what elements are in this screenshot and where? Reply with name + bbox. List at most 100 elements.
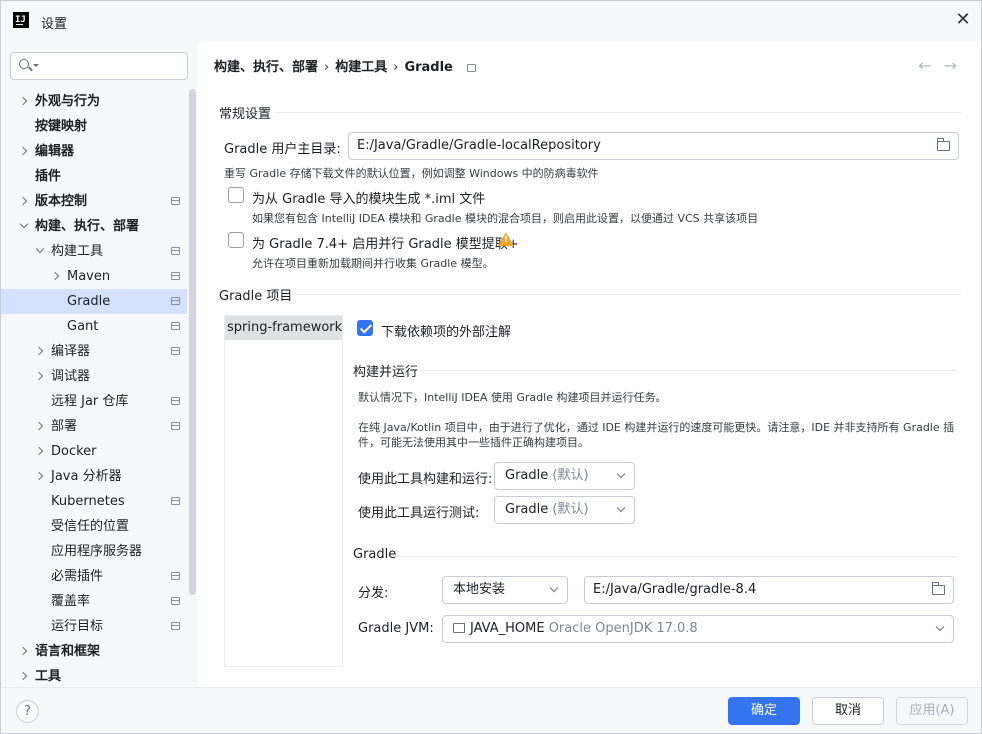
help-button[interactable]: ? (16, 700, 39, 723)
folder-browse-icon[interactable] (937, 138, 950, 151)
chevron-down-icon (549, 583, 559, 593)
generate-iml-label[interactable]: 为从 Gradle 导入的模块生成 *.iml 文件 (252, 188, 485, 207)
sidebar-item-label: Java 分析器 (51, 469, 122, 484)
sidebar-item[interactable]: 编辑器 (1, 139, 187, 164)
ok-button[interactable]: 确定 (728, 697, 800, 725)
sidebar-item[interactable]: 工具 (1, 664, 187, 689)
breadcrumb-item[interactable]: 构建、执行、部署 (214, 56, 318, 75)
sidebar-item[interactable]: 覆盖率 (1, 589, 187, 614)
chevron-right-icon[interactable] (34, 364, 46, 389)
chevron-right-icon[interactable] (34, 339, 46, 364)
sidebar-item[interactable]: 必需插件 (1, 564, 187, 589)
breadcrumb: 构建、执行、部署 › 构建工具 › Gradle (214, 56, 476, 75)
parallel-model-fetch-checkbox[interactable] (228, 232, 244, 248)
sidebar-item-label: Kubernetes (51, 494, 125, 509)
chevron-right-icon[interactable] (18, 89, 30, 114)
apply-button[interactable]: 应用(A) (896, 697, 968, 725)
general-section-title: 常规设置 (219, 107, 272, 122)
sidebar-item-label: 受信任的位置 (51, 519, 130, 534)
project-scope-icon (171, 247, 180, 255)
build-run-note-line1: 在纯 Java/Kotlin 项目中，由于进行了优化，通过 IDE 构建并运行的… (358, 421, 955, 434)
chevron-right-icon[interactable] (50, 264, 62, 289)
sidebar-item-label: 运行目标 (51, 619, 104, 634)
generate-iml-hint: 如果您有包含 IntelliJ IDEA 模块和 Gradle 模块的混合项目，… (252, 212, 759, 225)
sidebar-item-label: 部署 (51, 419, 78, 434)
sidebar-item[interactable]: 编译器 (1, 339, 187, 364)
sidebar-item[interactable]: 外观与行为 (1, 89, 187, 114)
project-scope-icon (171, 322, 180, 330)
sidebar-item[interactable]: 远程 Jar 仓库 (1, 389, 187, 414)
chevron-right-icon[interactable] (18, 664, 30, 689)
chevron-right-icon[interactable] (34, 464, 46, 489)
sidebar-item[interactable]: 插件 (1, 164, 187, 189)
sidebar-item-label: 覆盖率 (51, 594, 91, 609)
sidebar-item-label: Gradle (67, 294, 111, 309)
cancel-button[interactable]: 取消 (812, 697, 884, 725)
sidebar-item[interactable]: 版本控制 (1, 189, 187, 214)
sidebar-item[interactable]: 语言和框架 (1, 639, 187, 664)
settings-sidebar: 外观与行为按键映射 编辑器 插件版本控制构建、执行、部署构建工具 Maven Gradl… (1, 41, 197, 687)
sidebar-item-label: 构建工具 (51, 244, 104, 259)
sidebar-item[interactable]: 受信任的位置 (1, 514, 187, 539)
settings-search-input[interactable] (10, 52, 188, 80)
sidebar-item[interactable]: 构建工具 (1, 239, 187, 264)
parallel-model-fetch-label[interactable]: 为 Gradle 7.4+ 启用并行 Gradle 模型提取+ (252, 233, 519, 252)
sidebar-item[interactable]: 调试器 (1, 364, 187, 389)
gradle-section-title: Gradle (353, 547, 397, 562)
sidebar-item-label: 构建、执行、部署 (35, 219, 140, 234)
sidebar-item-label: 调试器 (51, 369, 91, 384)
gradle-project-list: spring-framework (224, 315, 343, 667)
download-annotations-checkbox[interactable] (357, 320, 373, 336)
gradle-home-path-field[interactable]: E:/Java/Gradle/gradle-8.4 (584, 576, 954, 604)
intellij-logo-icon: IJ (13, 12, 29, 28)
chevron-right-icon[interactable] (18, 139, 30, 164)
chevron-down-icon (616, 469, 626, 479)
chevron-right-icon[interactable] (34, 414, 46, 439)
parallel-model-fetch-hint: 允许在项目重新加载期间并行收集 Gradle 模型。 (252, 257, 494, 270)
search-icon (19, 59, 29, 69)
nav-arrows: ←→ (918, 56, 969, 75)
sidebar-item[interactable]: 构建、执行、部署 (1, 214, 187, 239)
gradle-project-item[interactable]: spring-framework (225, 316, 342, 340)
sidebar-scrollbar[interactable] (189, 89, 196, 595)
breadcrumb-item[interactable]: 构建工具 (335, 56, 387, 75)
sidebar-item[interactable]: 按键映射 (1, 114, 187, 139)
close-icon[interactable]: ✕ (953, 11, 973, 31)
sidebar-item[interactable]: Kubernetes (1, 489, 187, 514)
sidebar-item[interactable]: 部署 (1, 414, 187, 439)
distribution-select[interactable]: 本地安装 (442, 576, 568, 604)
sidebar-item-label: 外观与行为 (35, 94, 101, 109)
generate-iml-checkbox[interactable] (228, 187, 244, 203)
settings-content: 构建、执行、部署 › 构建工具 › Gradle ←→ 常规设置 Gradle 用户主目… (197, 41, 981, 687)
build-with-select[interactable]: Gradle (默认) (494, 462, 635, 490)
test-with-select[interactable]: Gradle (默认) (494, 496, 635, 524)
sidebar-item[interactable]: 运行目标 (1, 614, 187, 639)
window-title: 设置 (41, 17, 68, 32)
back-arrow-icon[interactable]: ← (918, 56, 943, 75)
sidebar-item-label: 必需插件 (51, 569, 104, 584)
sidebar-item[interactable]: Gradle (1, 289, 187, 314)
chevron-right-icon[interactable] (18, 189, 30, 214)
gradle-jvm-select[interactable]: JAVA_HOME Oracle OpenJDK 17.0.8 (442, 615, 954, 643)
chevron-down-icon[interactable] (34, 239, 46, 264)
project-scope-icon (171, 347, 180, 355)
folder-browse-icon[interactable] (932, 582, 945, 595)
sidebar-item[interactable]: Docker (1, 439, 187, 464)
forward-arrow-icon[interactable]: → (944, 56, 969, 75)
chevron-right-icon[interactable] (18, 639, 30, 664)
gradle-user-home-field[interactable]: E:/Java/Gradle/Gradle-localRepository (348, 132, 959, 160)
section-divider (400, 556, 957, 557)
sidebar-item[interactable]: Java 分析器 (1, 464, 187, 489)
sidebar-item-label: 版本控制 (35, 194, 88, 209)
sidebar-item[interactable]: Maven (1, 264, 187, 289)
chevron-right-icon[interactable] (34, 439, 46, 464)
sidebar-item[interactable]: Gant (1, 314, 187, 339)
chevron-down-icon[interactable] (18, 214, 30, 239)
chevron-down-icon (616, 503, 626, 513)
section-divider (293, 294, 961, 295)
download-annotations-label[interactable]: 下载依赖项的外部注解 (381, 321, 511, 340)
sidebar-item[interactable]: 应用程序服务器 (1, 539, 187, 564)
settings-tree: 外观与行为按键映射 编辑器 插件版本控制构建、执行、部署构建工具 Maven Gradl… (1, 89, 187, 689)
sidebar-item-label: 语言和框架 (35, 644, 101, 659)
search-options-dropdown-icon[interactable] (33, 64, 39, 67)
